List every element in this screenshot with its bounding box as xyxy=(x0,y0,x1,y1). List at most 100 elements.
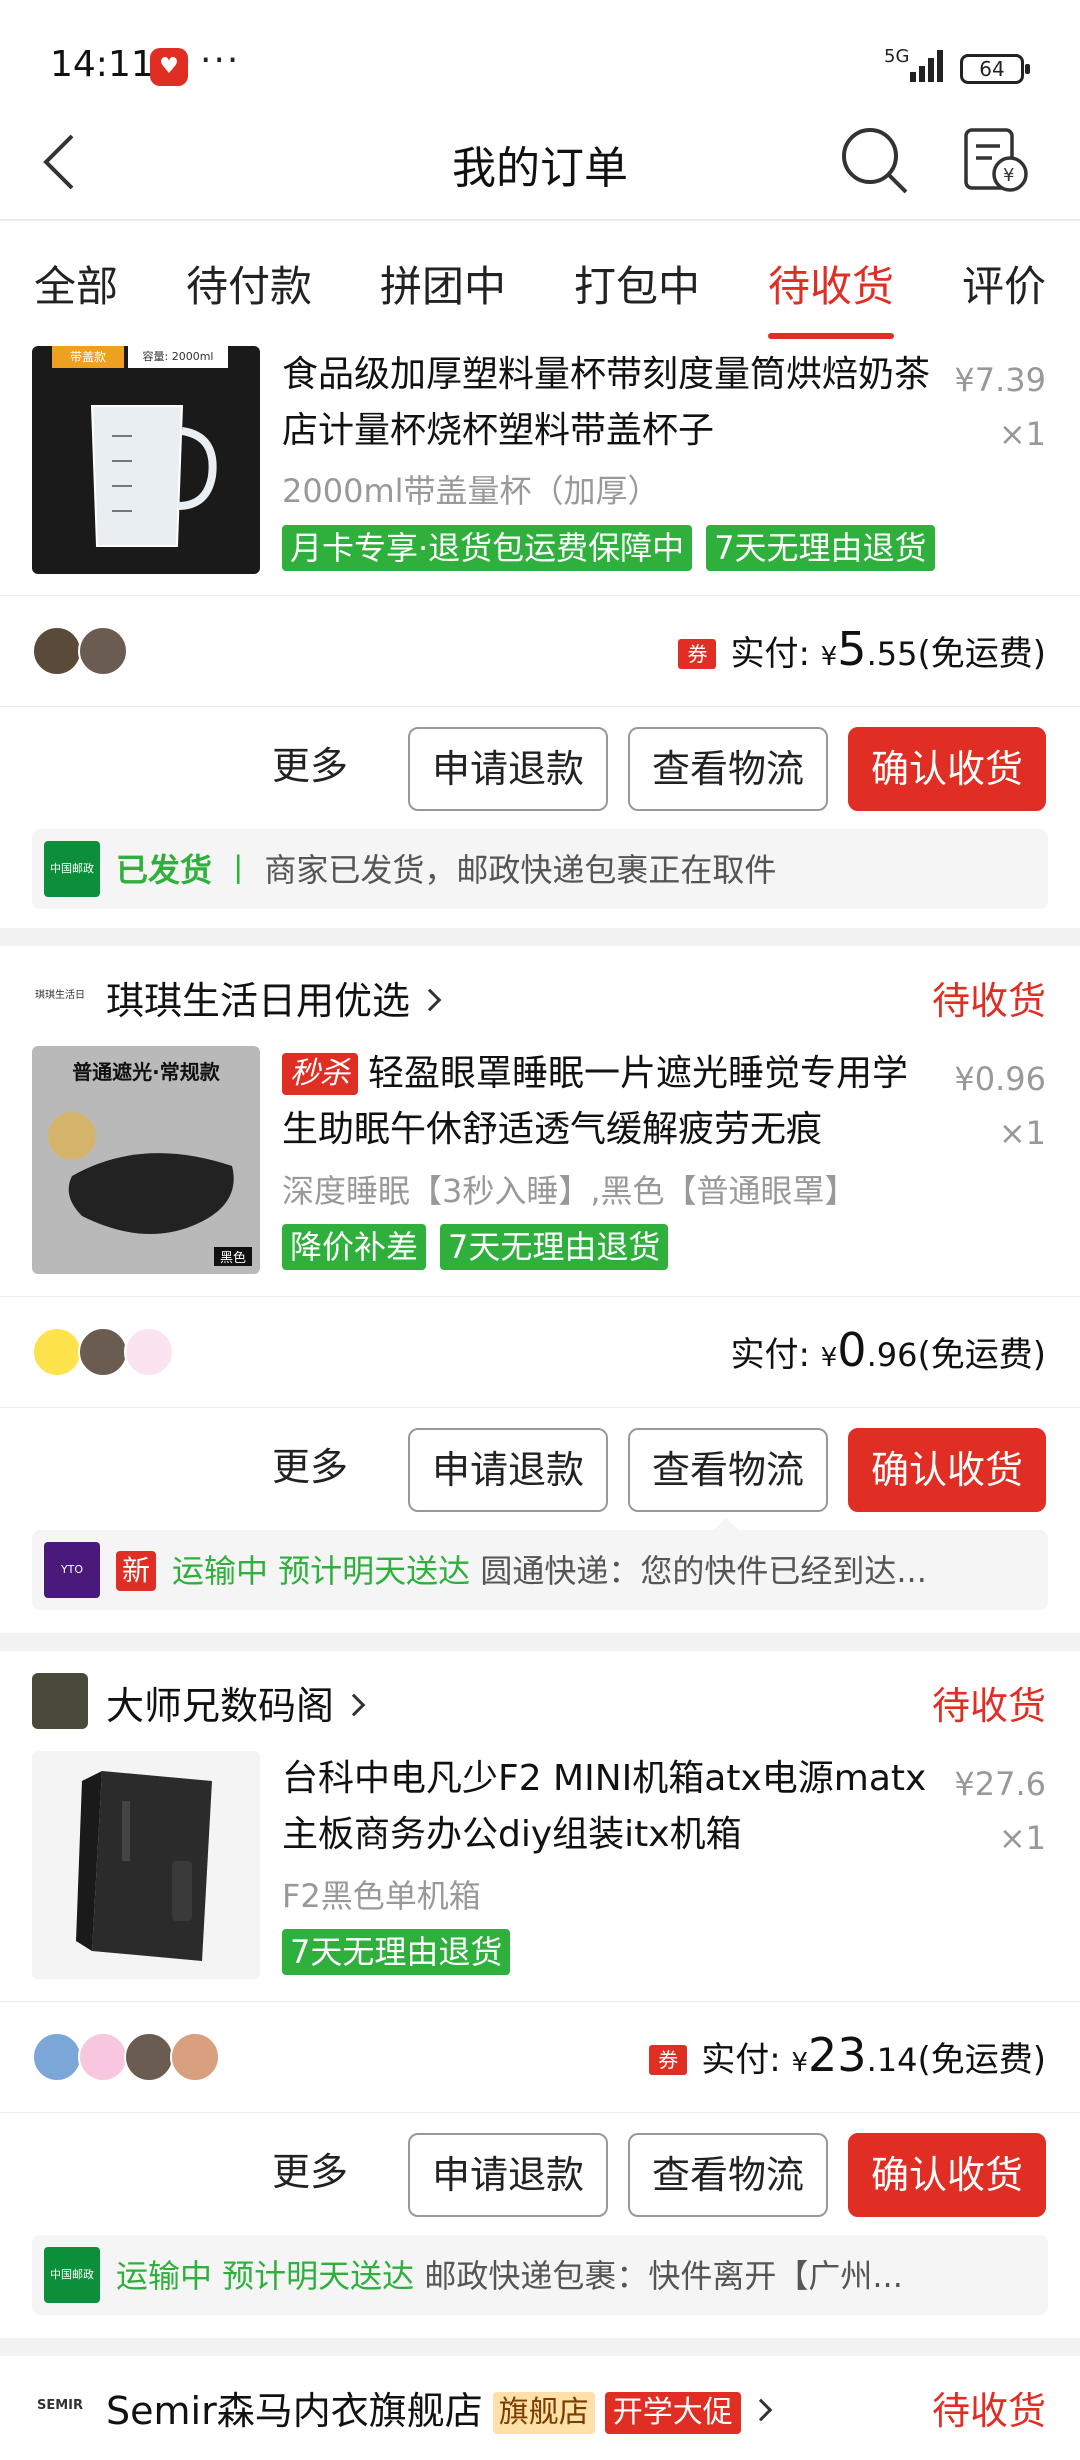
chevron-right-icon xyxy=(418,988,442,1012)
product-image[interactable]: 带盖款 容量: 2000ml xyxy=(32,346,260,574)
order-card: 大师兄数码阁 待收货 台科中电凡少F2 MINI机箱atx电源matx主板商务办… xyxy=(0,1651,1080,2338)
tracking-bar[interactable]: 中国邮政 运输中 预计明天送达 邮政快递包裹：快件离开【广州... xyxy=(32,2235,1048,2315)
order-status: 待收货 xyxy=(931,1684,1046,1728)
view-logistics-button[interactable]: 查看物流 xyxy=(628,727,828,811)
nav-header: 我的订单 ¥ xyxy=(0,100,1080,220)
service-tags: 月卡专享·退货包运费保障中 7天无理由退货 xyxy=(282,525,935,571)
battery-icon: 64 xyxy=(960,54,1030,84)
refund-button[interactable]: 申请退款 xyxy=(408,1428,608,1512)
page-title: 我的订单 xyxy=(452,143,628,194)
tab-group-buy[interactable]: 拼团中 xyxy=(380,221,506,341)
order-card: 琪琪生活日用 琪琪生活日用优选 待收货 普通遮光·常规款 黑色 秒杀轻盈眼罩睡眠… xyxy=(0,946,1080,1633)
store-name[interactable]: Semir森马内衣旗舰店 旗舰店 开学大促 xyxy=(106,2380,773,2435)
chevron-right-icon xyxy=(749,2398,773,2422)
currency-symbol: ¥ xyxy=(820,1343,838,1373)
avatar xyxy=(170,2032,220,2082)
product-spec: F2黑色单机箱 xyxy=(282,1877,481,1915)
view-logistics-button[interactable]: 查看物流 xyxy=(628,1428,828,1512)
promo-badge: 开学大促 xyxy=(604,2392,741,2434)
avatar-group xyxy=(32,1327,174,1377)
more-button[interactable]: 更多 xyxy=(272,2141,348,2196)
refund-button[interactable]: 申请退款 xyxy=(408,727,608,811)
avatar xyxy=(78,2032,128,2082)
confirm-receipt-button[interactable]: 确认收货 xyxy=(848,2133,1046,2217)
avatar xyxy=(32,1327,82,1377)
flagship-badge: 旗舰店 xyxy=(492,2392,595,2434)
action-row: 更多 申请退款 查看物流 确认收货 xyxy=(0,2113,1080,2223)
paid-label: 实付: xyxy=(730,634,810,674)
tracking-bar[interactable]: YTO 新运输中 预计明天送达 圆通快递：您的快件已经到达... xyxy=(32,1530,1048,1610)
flash-sale-badge: 秒杀 xyxy=(282,1053,358,1095)
store-name[interactable]: 琪琪生活日用优选 xyxy=(106,970,442,1025)
china-post-logo: 中国邮政 xyxy=(44,841,100,897)
avatar-group xyxy=(32,626,128,676)
tracking-status: 已发货 xyxy=(116,851,213,889)
tracking-separator: 丨 xyxy=(222,851,255,889)
action-row: 更多 申请退款 查看物流 确认收货 xyxy=(0,707,1080,817)
product-spec: 2000ml带盖量杯（加厚） xyxy=(282,472,660,510)
coupon-icon: 券 xyxy=(678,639,717,669)
eye-mask-image xyxy=(48,1112,234,1234)
service-tag: 7天无理由退货 xyxy=(440,1224,669,1270)
more-button[interactable]: 更多 xyxy=(272,735,348,790)
product-quantity: ×1 xyxy=(998,1114,1046,1152)
product-title[interactable]: 食品级加厚塑料量杯带刻度量筒烘焙奶茶店计量杯烧杯塑料带盖杯子 xyxy=(282,347,932,459)
payment-row: 实付: ¥0.96(免运费) xyxy=(0,1297,1080,1407)
product-title[interactable]: 台科中电凡少F2 MINI机箱atx电源matx主板商务办公diy组装itx机箱 xyxy=(282,1751,932,1863)
more-button[interactable]: 更多 xyxy=(272,1436,348,1491)
tracking-text: 已发货 丨 商家已发货，邮政快递包裹正在取件 xyxy=(116,845,1036,891)
image-label: 黑色 xyxy=(213,1247,252,1266)
product-price: ¥27.6 xyxy=(954,1765,1046,1803)
product-image[interactable] xyxy=(32,1751,260,1979)
payment-row: 券实付: ¥5.55(免运费) xyxy=(0,596,1080,706)
order-list[interactable]: 带盖款 容量: 2000ml 食品级加厚塑料量杯带刻度量筒烘焙奶茶店计量杯烧杯塑… xyxy=(0,341,1080,2460)
confirm-receipt-button[interactable]: 确认收货 xyxy=(848,727,1046,811)
coupon-icon: 券 xyxy=(649,2045,688,2075)
view-logistics-button[interactable]: 查看物流 xyxy=(628,2133,828,2217)
refund-button[interactable]: 申请退款 xyxy=(408,2133,608,2217)
product-spec: 深度睡眠【3秒入睡】,黑色【普通眼罩】 xyxy=(282,1172,857,1210)
product-image[interactable]: 普通遮光·常规款 黑色 xyxy=(32,1046,260,1274)
avatar xyxy=(78,1327,128,1377)
tab-review[interactable]: 评价 xyxy=(962,221,1046,341)
store-row[interactable]: 琪琪生活日用 琪琪生活日用优选 待收货 xyxy=(0,946,1080,1046)
store-name[interactable]: 大师兄数码阁 xyxy=(106,1675,366,1730)
order-status: 待收货 xyxy=(931,979,1046,1023)
tracking-bar[interactable]: 中国邮政 已发货 丨 商家已发货，邮政快递包裹正在取件 xyxy=(32,829,1048,909)
measuring-cup-image xyxy=(90,405,217,547)
confirm-receipt-button[interactable]: 确认收货 xyxy=(848,1428,1046,1512)
tab-pending-receipt[interactable]: 待收货 xyxy=(767,221,895,341)
invoice-icon[interactable]: ¥ xyxy=(960,126,1030,196)
status-bar: 14:11 ♥ ··· 5G 64 xyxy=(0,0,1080,100)
search-icon[interactable] xyxy=(840,126,910,196)
shipping-note: (免运费) xyxy=(917,2040,1046,2080)
store-row[interactable]: SEMIR Semir森马内衣旗舰店 旗舰店 开学大促 待收货 xyxy=(0,2356,1080,2456)
tracking-text: 新运输中 预计明天送达 圆通快递：您的快件已经到达... xyxy=(116,1546,1036,1592)
tab-pending-payment[interactable]: 待付款 xyxy=(186,221,312,341)
paid-integer: 0 xyxy=(837,1323,867,1377)
service-tags: 降价补差 7天无理由退货 xyxy=(282,1224,669,1270)
tab-packing[interactable]: 打包中 xyxy=(574,221,700,341)
product-price: ¥7.39 xyxy=(954,361,1046,399)
order-status: 待收货 xyxy=(931,2389,1046,2433)
service-tag: 降价补差 xyxy=(282,1224,427,1270)
product-title-text: 轻盈眼罩睡眠一片遮光睡觉专用学生助眠午休舒适透气缓解疲劳无痕 xyxy=(282,1053,909,1150)
product-title[interactable]: 秒杀 轻盈眼罩睡眠一片遮光睡觉专用学生助眠午休舒适透气缓解疲劳无痕 xyxy=(282,1046,932,1158)
tracking-detail: 圆通快递：您的快件已经到达... xyxy=(480,1552,927,1590)
action-row: 更多 申请退款 查看物流 确认收货 xyxy=(0,1408,1080,1518)
avatar xyxy=(32,626,82,676)
avatar-group xyxy=(32,2032,220,2082)
tracking-status: 运输中 预计明天送达 xyxy=(116,2257,415,2295)
tab-all[interactable]: 全部 xyxy=(34,221,118,341)
app-notification-icon: ♥ xyxy=(150,48,188,86)
store-row[interactable]: 大师兄数码阁 待收货 xyxy=(0,1651,1080,1751)
avatar xyxy=(124,2032,174,2082)
more-notifications-icon: ··· xyxy=(200,40,241,81)
product-price: ¥0.96 xyxy=(954,1060,1046,1098)
svg-text:¥: ¥ xyxy=(1003,165,1014,186)
china-post-logo: 中国邮政 xyxy=(44,2247,100,2303)
currency-symbol: ¥ xyxy=(820,642,838,672)
pc-case-image xyxy=(76,1771,212,1961)
store-logo: SEMIR xyxy=(32,2378,88,2434)
paid-amount: 券实付: ¥23.14(免运费) xyxy=(649,2028,1046,2082)
